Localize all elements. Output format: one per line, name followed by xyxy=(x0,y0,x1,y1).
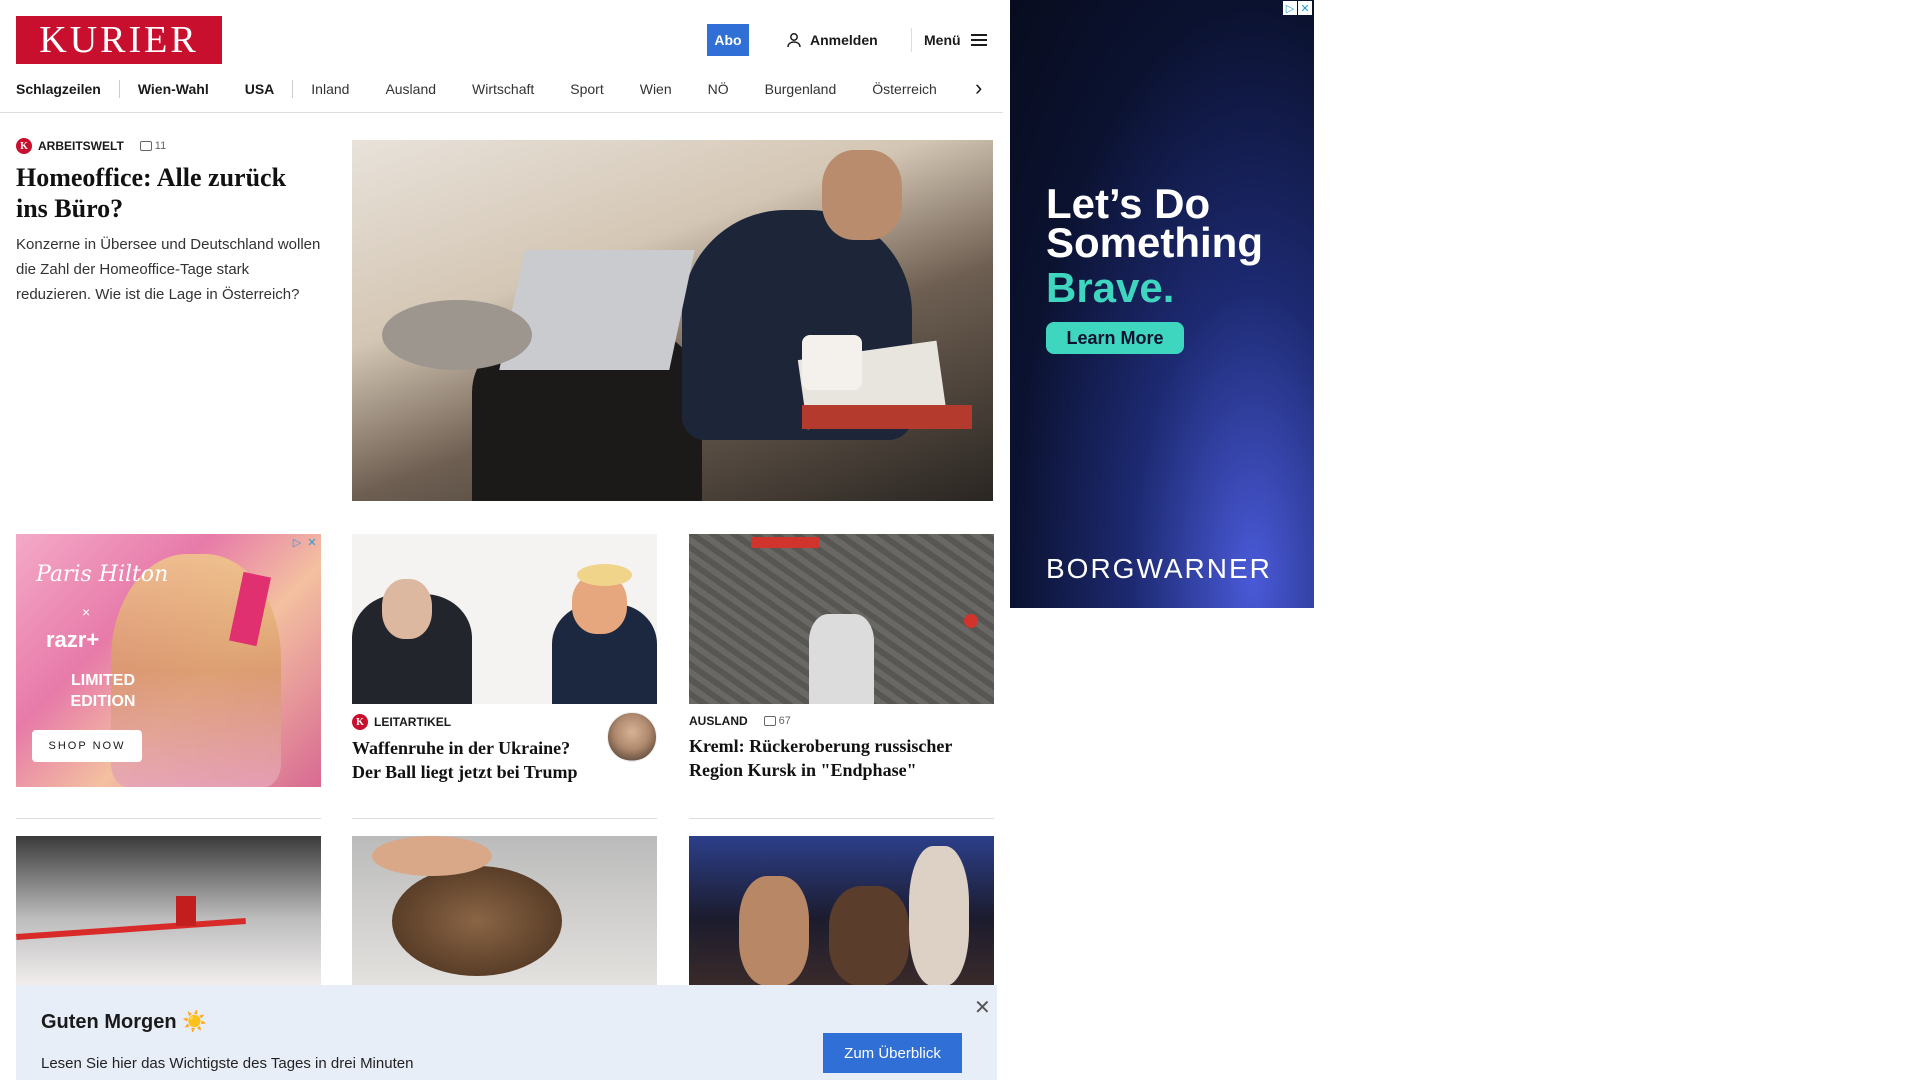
header-divider xyxy=(911,28,912,52)
card-kicker: K LEITARTIKEL xyxy=(352,714,582,730)
menu-button[interactable]: Menü xyxy=(924,28,987,52)
lead-headline[interactable]: Homeoffice: Alle zurück ins Büro? xyxy=(16,162,321,224)
lead-kicker: K ARBEITSWELT 11 xyxy=(16,138,321,154)
nav-item-inland[interactable]: Inland xyxy=(293,81,367,97)
card-divider xyxy=(689,818,994,819)
lead-article[interactable]: K ARBEITSWELT 11 Homeoffice: Alle zurück… xyxy=(16,138,321,307)
ad-headline-1: Let’s Do xyxy=(1046,180,1211,227)
nav-divider xyxy=(0,112,1003,113)
card-kicker: AUSLAND 67 xyxy=(689,714,994,728)
menu-label: Menü xyxy=(924,32,961,48)
banner-text: Lesen Sie hier das Wichtigste des Tages … xyxy=(41,1055,414,1072)
banner-title: Guten Morgen ☀️ xyxy=(41,1009,207,1034)
login-button[interactable]: Anmelden xyxy=(786,28,878,52)
card-kicker-label: LEITARTIKEL xyxy=(374,715,452,729)
ad-collab-x: × xyxy=(82,604,91,620)
shop-now-button[interactable]: SHOP NOW xyxy=(32,730,142,762)
card-ausland[interactable]: AUSLAND 67 Kreml: Rückeroberung russisch… xyxy=(689,704,994,782)
card-divider xyxy=(352,818,657,819)
comment-count[interactable]: 67 xyxy=(763,715,791,727)
abo-button[interactable]: Abo xyxy=(707,24,749,56)
ad-close-icon[interactable]: ✕ xyxy=(1298,1,1312,15)
sun-icon: ☀️ xyxy=(182,1011,208,1033)
razr-ad[interactable]: ▷ ✕ Paris Hilton × razr+ LIMITED EDITION… xyxy=(16,534,321,787)
overview-button[interactable]: Zum Überblick xyxy=(823,1033,962,1073)
lead-teaser: Konzerne in Übersee und Deutschland woll… xyxy=(16,236,321,303)
lead-kicker-label: ARBEITSWELT xyxy=(38,139,124,153)
ad-choices[interactable]: ▷ ✕ xyxy=(1283,1,1312,15)
comment-icon xyxy=(763,716,776,726)
ad-choices[interactable]: ▷ ✕ xyxy=(290,535,319,549)
nav-item-wirtschaft[interactable]: Wirtschaft xyxy=(454,81,552,97)
comment-count[interactable]: 11 xyxy=(139,140,167,152)
author-avatar[interactable] xyxy=(607,712,657,762)
borgwarner-ad[interactable]: ▷ ✕ Let’s Do Something Brave. Learn More… xyxy=(1010,0,1314,608)
card-image-putin-trump[interactable] xyxy=(352,534,657,704)
nav-item-usa[interactable]: USA xyxy=(227,81,293,97)
nav-item-schlagzeilen[interactable]: Schlagzeilen xyxy=(16,81,119,97)
kurier-k-icon: K xyxy=(16,138,32,154)
card-image-seismograph[interactable] xyxy=(16,836,321,986)
ad-razr-brand: razr+ xyxy=(46,627,100,652)
nav-item-sport[interactable]: Sport xyxy=(552,81,621,97)
card-leitartikel[interactable]: K LEITARTIKEL Waffenruhe in der Ukraine?… xyxy=(352,704,582,784)
chevron-right-icon[interactable]: › xyxy=(975,77,982,99)
morning-briefing-banner: Guten Morgen ☀️ Lesen Sie hier das Wicht… xyxy=(16,985,997,1080)
lead-image-homeoffice[interactable] xyxy=(352,140,993,501)
comment-count-value: 11 xyxy=(154,140,167,152)
ad-headline-2: Something xyxy=(1046,219,1263,266)
nav-item-wien[interactable]: Wien xyxy=(622,81,690,97)
banner-title-text: Guten Morgen xyxy=(41,1011,177,1033)
nav-item-noe[interactable]: NÖ xyxy=(690,81,747,97)
nav-item-ausland[interactable]: Ausland xyxy=(367,81,454,97)
section-nav: Schlagzeilen Wien-Wahl USA Inland Auslan… xyxy=(16,78,955,100)
learn-more-button[interactable]: Learn More xyxy=(1046,322,1184,354)
card-image-kursk[interactable] xyxy=(689,534,994,704)
card-image-bread[interactable] xyxy=(352,836,657,986)
comment-count-value: 67 xyxy=(778,715,791,727)
ad-limited-edition: LIMITED EDITION xyxy=(70,672,136,710)
ad-info-icon[interactable]: ▷ xyxy=(1283,1,1297,15)
ad-brand: BORGWARNER xyxy=(1046,553,1272,584)
card-kicker-label: AUSLAND xyxy=(689,714,748,728)
hamburger-icon xyxy=(970,34,987,46)
card-headline[interactable]: Waffenruhe in der Ukraine? Der Ball lieg… xyxy=(352,736,582,784)
card-headline[interactable]: Kreml: Rückeroberung russischer Region K… xyxy=(689,734,994,782)
kurier-k-icon: K xyxy=(352,714,368,730)
kurier-logo[interactable]: KURIER xyxy=(16,16,222,64)
close-icon[interactable]: ✕ xyxy=(974,995,991,1020)
nav-item-oesterreich[interactable]: Österreich xyxy=(854,81,955,97)
ad-signature: Paris Hilton xyxy=(36,562,169,587)
card-divider xyxy=(16,818,321,819)
card-image-party[interactable] xyxy=(689,836,994,986)
ad-close-icon[interactable]: ✕ xyxy=(305,535,319,549)
login-label: Anmelden xyxy=(810,32,878,48)
comment-icon xyxy=(139,141,152,151)
nav-item-burgenland[interactable]: Burgenland xyxy=(747,81,855,97)
logo-text: KURIER xyxy=(39,19,199,61)
ad-info-icon[interactable]: ▷ xyxy=(290,535,304,549)
ad-headline-3: Brave. xyxy=(1046,264,1175,311)
user-icon xyxy=(787,33,801,48)
nav-item-wien-wahl[interactable]: Wien-Wahl xyxy=(120,81,227,97)
